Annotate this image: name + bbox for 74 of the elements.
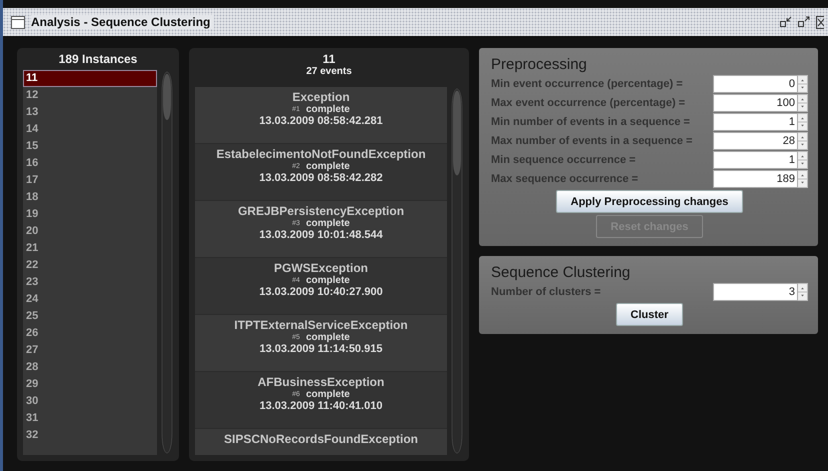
- event-name: Exception: [292, 90, 350, 104]
- field-label: Min event occurrence (percentage) =: [491, 78, 684, 90]
- maximize-icon[interactable]: [798, 16, 810, 28]
- field-label: Max number of events in a sequence =: [491, 134, 694, 146]
- instance-item[interactable]: 14: [23, 121, 157, 138]
- instance-item[interactable]: 30: [23, 393, 157, 410]
- panel-title: Sequence Clustering: [491, 264, 632, 281]
- event-time: 13.03.2009 10:01:48.544: [259, 229, 383, 241]
- instance-item[interactable]: 23: [23, 274, 157, 291]
- instance-item[interactable]: 25: [23, 308, 157, 325]
- minimize-icon[interactable]: [780, 16, 792, 28]
- event-time: 13.03.2009 11:14:50.915: [260, 343, 382, 355]
- action-button[interactable]: Cluster: [616, 303, 684, 326]
- action-button[interactable]: Apply Preprocessing changes: [556, 190, 744, 213]
- event-time: 13.03.2009 11:40:41.010: [260, 400, 382, 412]
- event-status: complete: [306, 275, 350, 286]
- event-count: 27 events: [305, 66, 353, 77]
- instance-item[interactable]: 32: [23, 427, 157, 444]
- spinner-arrows-icon[interactable]: [798, 150, 808, 168]
- event-name: ITPTExternalServiceException: [234, 318, 408, 332]
- event-name: SIPSCNoRecordsFoundException: [224, 432, 418, 446]
- instance-item[interactable]: 26: [23, 325, 157, 342]
- instance-item[interactable]: 13: [23, 104, 157, 121]
- instance-item[interactable]: 31: [23, 410, 157, 427]
- number-field[interactable]: 3: [713, 282, 798, 300]
- instance-item[interactable]: 11: [23, 70, 157, 87]
- spinner-arrows-icon[interactable]: [798, 74, 808, 92]
- number-field[interactable]: 189: [713, 170, 798, 188]
- number-field[interactable]: 0: [713, 74, 798, 92]
- number-field[interactable]: 1: [713, 150, 798, 168]
- instance-item[interactable]: 21: [23, 240, 157, 257]
- spinner-arrows-icon[interactable]: [798, 132, 808, 150]
- close-icon[interactable]: [816, 16, 824, 28]
- event-name: GREJBPersistencyException: [238, 204, 404, 218]
- instance-item[interactable]: 22: [23, 257, 157, 274]
- instance-item[interactable]: 12: [23, 87, 157, 104]
- event-name: EstabelecimentoNotFoundException: [216, 147, 426, 161]
- event-status: complete: [306, 161, 350, 172]
- number-field[interactable]: 100: [713, 94, 798, 112]
- spinner-arrows-icon[interactable]: [798, 170, 808, 188]
- instance-item[interactable]: 24: [23, 291, 157, 308]
- instance-item[interactable]: 16: [23, 155, 157, 172]
- instance-item[interactable]: 18: [23, 189, 157, 206]
- field-label: Max sequence occurrence =: [491, 172, 640, 184]
- event-status: complete: [306, 104, 350, 115]
- spinner-arrows-icon[interactable]: [798, 112, 808, 130]
- event-time: 13.03.2009 08:58:42.281: [259, 115, 383, 127]
- number-field[interactable]: 28: [713, 132, 798, 150]
- event-name: AFBusinessException: [258, 375, 384, 389]
- event-status: complete: [306, 218, 350, 229]
- event-status: complete: [306, 389, 350, 400]
- spinner-arrows-icon[interactable]: [798, 94, 808, 112]
- field-label: Min number of events in a sequence =: [491, 116, 691, 128]
- instance-item[interactable]: 28: [23, 359, 157, 376]
- window-icon: [11, 16, 25, 28]
- window-title: Analysis - Sequence Clustering: [31, 15, 214, 29]
- instance-item[interactable]: 17: [23, 172, 157, 189]
- field-label: Min sequence occurrence =: [491, 154, 637, 166]
- instance-item[interactable]: 20: [23, 223, 157, 240]
- panel-title: 189 Instances: [58, 52, 138, 66]
- number-field[interactable]: 1: [713, 112, 798, 130]
- event-status: complete: [306, 332, 350, 343]
- spinner-arrows-icon[interactable]: [798, 282, 808, 300]
- instance-item[interactable]: 19: [23, 206, 157, 223]
- instance-item[interactable]: 15: [23, 138, 157, 155]
- instance-item[interactable]: 29: [23, 376, 157, 393]
- field-label: Number of clusters =: [491, 286, 602, 298]
- panel-title: Preprocessing: [491, 56, 588, 73]
- event-time: 13.03.2009 08:58:42.282: [259, 172, 383, 184]
- instance-item[interactable]: 27: [23, 342, 157, 359]
- panel-title: 11: [322, 52, 336, 66]
- event-name: PGWSException: [274, 261, 368, 275]
- event-time: 13.03.2009 10:40:27.900: [259, 286, 383, 298]
- field-label: Max event occurrence (percentage) =: [491, 96, 686, 108]
